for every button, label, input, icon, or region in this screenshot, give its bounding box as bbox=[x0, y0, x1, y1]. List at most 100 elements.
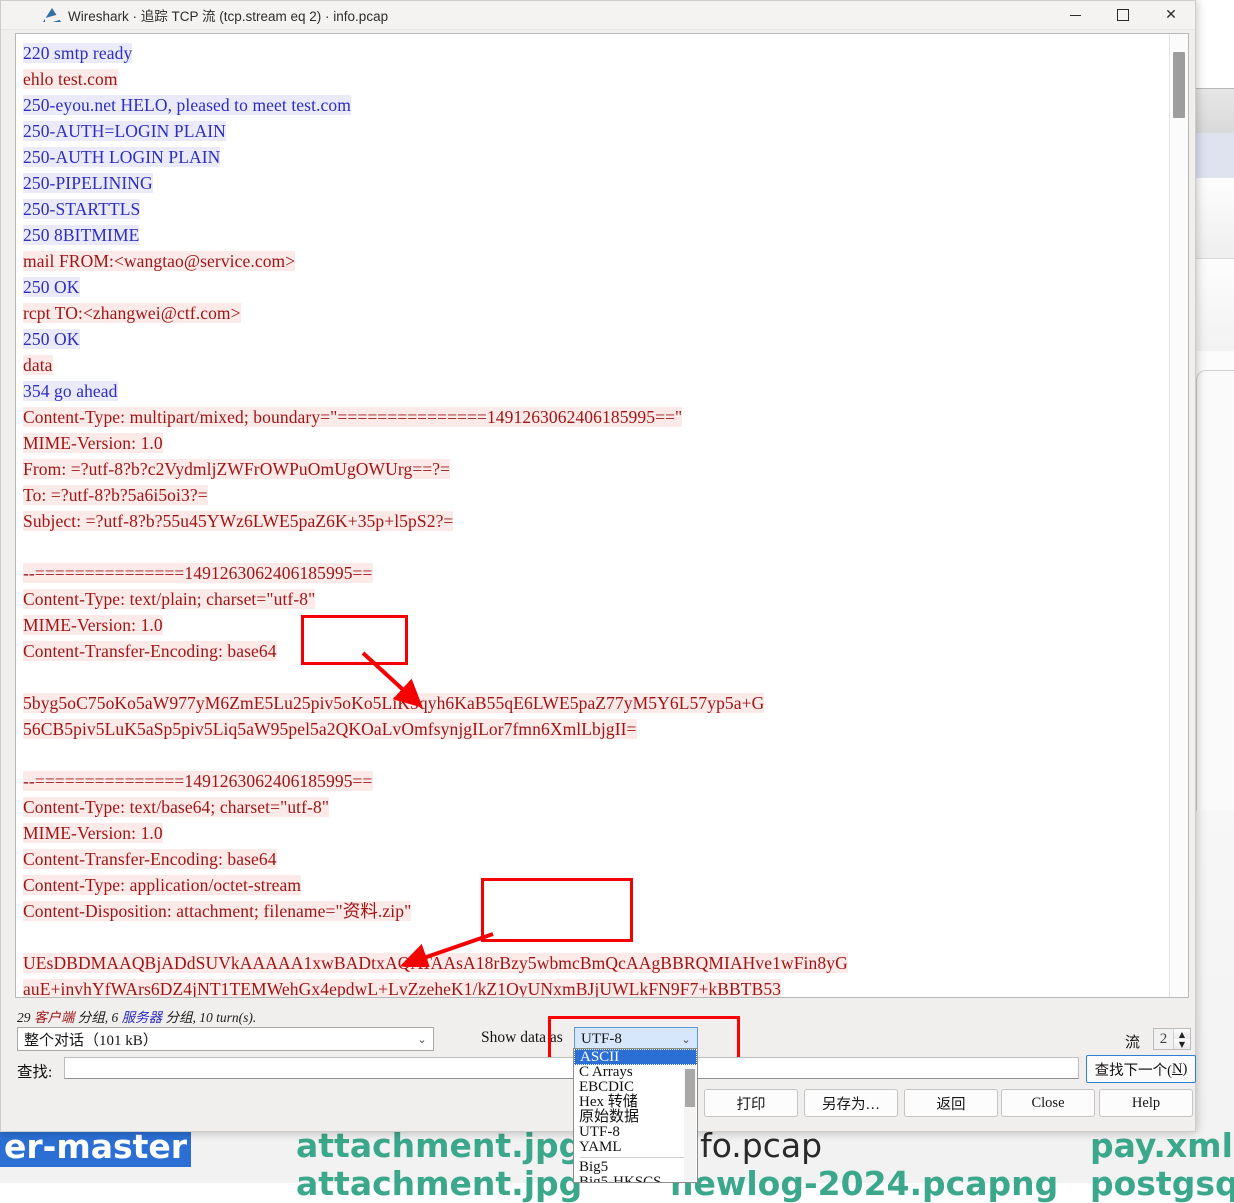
stream-line: 5byg5oC75oKo5aW977yM6ZmE5Lu25piv5oKo5LiK… bbox=[23, 690, 1170, 716]
stream-line: Subject: =?utf-8?b?55u45YWz6LWE5paZ6K+35… bbox=[23, 508, 1170, 534]
stream-number-label: 流 bbox=[1125, 1035, 1141, 1051]
stream-line-text: 56CB5piv5LuK5aSp5piv5Liq5aW95pel5a2QKOaL… bbox=[23, 719, 637, 739]
stream-stats: 29 客户端 分组, 6 服务器 分组, 10 turn(s). bbox=[17, 1006, 256, 1026]
encoding-dropdown-popup[interactable]: ASCII C Arrays EBCDIC Hex 转储 原始数据 UTF-8 YAML Bi… bbox=[573, 1048, 698, 1183]
stream-line: --===============1491263062406185995== bbox=[23, 560, 1170, 586]
print-button[interactable]: 打印 bbox=[704, 1089, 798, 1117]
stream-line: Content-Type: application/octet-stream bbox=[23, 872, 1170, 898]
encoding-option-hex[interactable]: Hex 转储 bbox=[574, 1095, 697, 1110]
stream-line: 250-PIPELINING bbox=[23, 170, 1170, 196]
stream-line: Content-Transfer-Encoding: base64 bbox=[23, 846, 1170, 872]
stream-line-text: 250-eyou.net HELO, pleased to meet test.… bbox=[23, 95, 351, 115]
stream-line: rcpt TO:<zhangwei@ctf.com> bbox=[23, 300, 1170, 326]
stream-line-text: 250-AUTH=LOGIN PLAIN bbox=[23, 121, 226, 141]
stream-content-pane[interactable]: 220 smtp ready ehlo test.com 250-eyou.net … bbox=[15, 33, 1189, 998]
stream-line: To: =?utf-8?b?5a6i5oi3?= bbox=[23, 482, 1170, 508]
stream-line-text: Content-Transfer-Encoding: base64 bbox=[23, 849, 277, 869]
stream-line bbox=[23, 742, 1170, 768]
desktop-icon-label-newlog-pcapng[interactable]: newlog-2024.pcapng bbox=[670, 1164, 1058, 1203]
stream-line: Content-Type: text/base64; charset="utf-… bbox=[23, 794, 1170, 820]
stream-line-text: 250-AUTH LOGIN PLAIN bbox=[23, 147, 221, 167]
encoding-option-[interactable]: 原始数据 bbox=[574, 1110, 697, 1125]
stream-line-text: auE+invhYfWArs6DZ4jNT1TEMWehGx4epdwL+LvZ… bbox=[23, 979, 782, 997]
stats-server-word: 服务器 bbox=[121, 1010, 163, 1025]
vertical-scrollbar[interactable] bbox=[1169, 34, 1188, 997]
stream-line-text: rcpt TO:<zhangwei@ctf.com> bbox=[23, 303, 241, 323]
find-input[interactable] bbox=[64, 1057, 1079, 1079]
stream-line-text: MIME-Version: 1.0 bbox=[23, 823, 163, 843]
popup-scrollbar-thumb[interactable] bbox=[685, 1069, 695, 1107]
stream-line: MIME-Version: 1.0 bbox=[23, 612, 1170, 638]
encoding-option-big5[interactable]: Big5 bbox=[574, 1160, 697, 1175]
spinner-up-icon[interactable]: ▲ bbox=[1174, 1029, 1190, 1039]
stream-line-text: 354 go ahead bbox=[23, 381, 118, 401]
stream-line-text: 5byg5oC75oKo5aW977yM6ZmE5Lu25piv5oKo5LiK… bbox=[23, 693, 765, 713]
stream-line: Content-Disposition: attachment; filenam… bbox=[23, 898, 1170, 924]
stats-mid: 分组, bbox=[77, 1010, 112, 1025]
stream-line: 250-AUTH=LOGIN PLAIN bbox=[23, 118, 1170, 144]
stream-line-text: 250-PIPELINING bbox=[23, 173, 153, 193]
close-icon[interactable]: ✕ bbox=[1147, 1, 1195, 29]
stream-line: UEsDBDMAAQBjADdSUVkAAAAA1xwBADtxAQATAAsA… bbox=[23, 950, 1170, 976]
stream-line-text: MIME-Version: 1.0 bbox=[23, 615, 163, 635]
stream-line bbox=[23, 664, 1170, 690]
stream-line: From: =?utf-8?b?c2VydmljZWFrOWPuOmUgOWUr… bbox=[23, 456, 1170, 482]
minimize-icon[interactable] bbox=[1051, 1, 1099, 29]
show-data-as-label: Show data as bbox=[481, 1029, 563, 1046]
encoding-option-yaml[interactable]: YAML bbox=[574, 1140, 697, 1155]
stream-line: 56CB5piv5LuK5aSp5piv5Liq5aW95pel5a2QKOaL… bbox=[23, 716, 1170, 742]
stats-server-count: 6 bbox=[111, 1010, 119, 1025]
stream-line: Content-Type: multipart/mixed; boundary=… bbox=[23, 404, 1170, 430]
encoding-option-ebcdic[interactable]: EBCDIC bbox=[574, 1080, 697, 1095]
follow-tcp-stream-window: Wireshark · 追踪 TCP 流 (tcp.stream eq 2) ·… bbox=[0, 0, 1196, 1132]
stream-number-spinner[interactable]: 2 ▲ ▼ bbox=[1153, 1028, 1191, 1050]
stream-line-text: Content-Type: multipart/mixed; boundary=… bbox=[23, 407, 683, 427]
stream-line-text: --===============1491263062406185995== bbox=[23, 563, 373, 583]
encoding-option-ascii[interactable]: ASCII bbox=[574, 1049, 697, 1065]
save-as-button[interactable]: 另存为… bbox=[804, 1089, 898, 1117]
back-button[interactable]: 返回 bbox=[904, 1089, 998, 1117]
stream-line-text: Content-Type: text/base64; charset="utf-… bbox=[23, 797, 330, 817]
encoding-option-utf-8[interactable]: UTF-8 bbox=[574, 1125, 697, 1140]
stream-line bbox=[23, 534, 1170, 560]
desktop-icon-label-er-master[interactable]: er-master bbox=[0, 1126, 192, 1167]
maximize-icon[interactable] bbox=[1099, 1, 1147, 29]
stream-line: auE+invhYfWArs6DZ4jNT1TEMWehGx4epdwL+LvZ… bbox=[23, 976, 1170, 997]
conversation-select[interactable]: 整个对话（101 kB） ⌄ bbox=[17, 1027, 434, 1051]
find-next-pre: 查找下一个( bbox=[1094, 1062, 1172, 1079]
stream-line-text: 220 smtp ready bbox=[23, 43, 133, 63]
stream-line: 250-eyou.net HELO, pleased to meet test.… bbox=[23, 92, 1170, 118]
chevron-down-icon: ⌄ bbox=[417, 1032, 427, 1046]
encoding-option-c-arrays[interactable]: C Arrays bbox=[574, 1065, 697, 1080]
scrollbar-thumb[interactable] bbox=[1173, 52, 1185, 118]
find-next-button[interactable]: 查找下一个(N) bbox=[1086, 1055, 1196, 1083]
find-next-accel: N bbox=[1172, 1060, 1183, 1077]
spinner-buttons[interactable]: ▲ ▼ bbox=[1173, 1029, 1190, 1049]
stream-line: 250-AUTH LOGIN PLAIN bbox=[23, 144, 1170, 170]
stream-line-text: Subject: =?utf-8?b?55u45YWz6LWE5paZ6K+35… bbox=[23, 511, 454, 531]
stream-line-text: Content-Disposition: attachment; filenam… bbox=[23, 901, 412, 921]
encoding-option-big5-hkscs[interactable]: Big5-HKSCS bbox=[574, 1175, 697, 1183]
stream-line: 250-STARTTLS bbox=[23, 196, 1170, 222]
stream-line-text: 250 OK bbox=[23, 277, 80, 297]
stream-line: 250 OK bbox=[23, 326, 1170, 352]
stats-suffix: 分组, 10 turn(s). bbox=[165, 1010, 257, 1025]
close-button[interactable]: Close bbox=[1001, 1089, 1095, 1117]
spinner-down-icon[interactable]: ▼ bbox=[1174, 1039, 1190, 1049]
chevron-down-icon-encoding: ⌄ bbox=[675, 1032, 697, 1046]
desktop-icon-label-postgsql[interactable]: postgsql bbox=[1090, 1164, 1234, 1203]
help-button[interactable]: Help bbox=[1099, 1089, 1193, 1117]
stream-line: 220 smtp ready bbox=[23, 40, 1170, 66]
stats-client-count: 29 bbox=[17, 1010, 31, 1025]
encoding-value: UTF-8 bbox=[581, 1030, 622, 1047]
stream-line: MIME-Version: 1.0 bbox=[23, 820, 1170, 846]
stream-line-text: --===============1491263062406185995== bbox=[23, 771, 373, 791]
wireshark-icon bbox=[43, 7, 61, 25]
stream-line: ehlo test.com bbox=[23, 66, 1170, 92]
desktop-icon-label-attachment-jpg-2[interactable]: attachment.jpg bbox=[296, 1164, 582, 1203]
stats-client-word: 客户端 bbox=[33, 1010, 75, 1025]
window-title: Wireshark · 追踪 TCP 流 (tcp.stream eq 2) ·… bbox=[68, 9, 389, 24]
stream-line-text: To: =?utf-8?b?5a6i5oi3?= bbox=[23, 485, 208, 505]
stream-line-text: 250 8BITMIME bbox=[23, 225, 140, 245]
stream-line: 354 go ahead bbox=[23, 378, 1170, 404]
